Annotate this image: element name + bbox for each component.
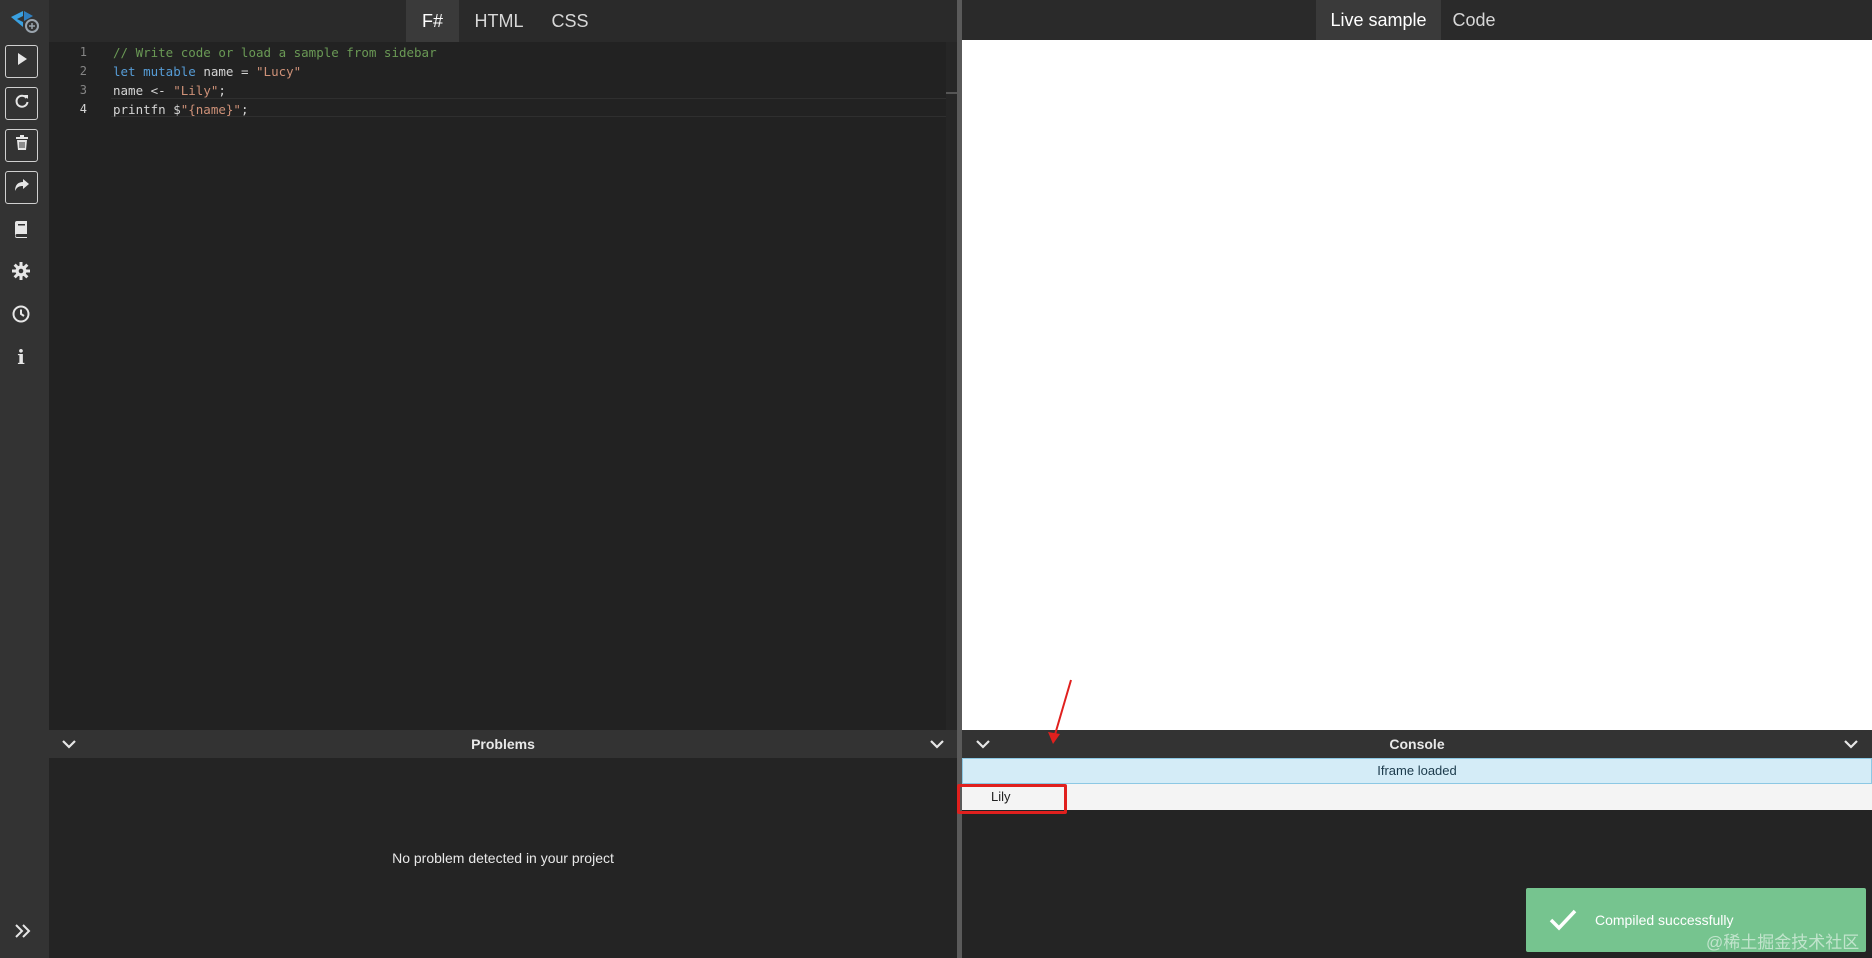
tab-live-sample[interactable]: Live sample xyxy=(1316,0,1441,40)
code-token: // Write code or load a sample from side… xyxy=(113,45,437,60)
highlight-box xyxy=(957,784,1067,814)
run-button[interactable] xyxy=(5,45,38,78)
line-number: 3 xyxy=(79,83,87,97)
tab-code[interactable]: Code xyxy=(1441,0,1507,40)
code-token: ; xyxy=(218,83,226,98)
code-line[interactable]: let mutable name = "Lucy" xyxy=(113,64,301,79)
line-number: 1 xyxy=(79,45,87,59)
chevron-down-icon[interactable] xyxy=(928,735,946,753)
code-token: ; xyxy=(240,102,249,117)
code-editor[interactable]: 1 2 3 4 // Write code or load a sample f… xyxy=(49,42,1007,730)
tab-html[interactable]: HTML xyxy=(459,0,539,42)
code-token: name <- xyxy=(113,83,174,98)
toast-message: Compiled successfully xyxy=(1595,912,1734,928)
annotation-arrow xyxy=(1045,678,1075,748)
code-token: "Lily" xyxy=(173,83,219,98)
tab-css[interactable]: CSS xyxy=(539,0,601,42)
console-log-row: Lily xyxy=(962,784,1872,810)
code-token: let xyxy=(113,64,136,79)
chevron-down-icon[interactable] xyxy=(60,735,78,753)
problems-message: No problem detected in your project xyxy=(392,850,614,866)
info-icon[interactable]: i xyxy=(9,345,33,369)
fsharp-logo-icon[interactable] xyxy=(9,7,41,37)
code-token: mutable xyxy=(143,64,196,79)
checkmark-icon xyxy=(1548,906,1578,934)
info-glyph: i xyxy=(17,345,25,369)
sidebar: i xyxy=(0,0,49,958)
problems-title: Problems xyxy=(471,736,535,752)
line-number: 2 xyxy=(79,64,87,78)
code-token: name = xyxy=(195,64,257,79)
clear-button[interactable] xyxy=(5,129,38,162)
app-root: i F# HTML CSS 1 2 3 4 // Write code or l… xyxy=(0,0,1872,958)
book-icon[interactable] xyxy=(9,217,33,241)
problems-header: Problems xyxy=(49,730,957,758)
code-line[interactable]: printfn $"{name}"; xyxy=(113,102,248,117)
code-token: printfn $ xyxy=(113,102,181,117)
editor-tab-bar: F# HTML CSS xyxy=(49,0,957,42)
double-chevron-right-icon[interactable] xyxy=(11,919,35,943)
console-header: Console xyxy=(962,730,1872,758)
code-line[interactable]: // Write code or load a sample from side… xyxy=(113,45,437,60)
refresh-icon xyxy=(14,93,30,114)
console-title: Console xyxy=(1389,736,1445,752)
scrollbar-cursor-marker xyxy=(946,92,957,94)
clock-icon[interactable] xyxy=(9,302,33,326)
live-preview-frame[interactable] xyxy=(962,40,1872,730)
code-line[interactable]: name <- "Lily"; xyxy=(113,83,226,98)
line-number: 4 xyxy=(79,102,87,116)
console-system-message: Iframe loaded xyxy=(962,758,1872,784)
watermark: @稀土掘金技术社区 xyxy=(1706,933,1860,952)
share-icon xyxy=(14,178,30,197)
refresh-button[interactable] xyxy=(5,87,38,120)
chevron-down-icon[interactable] xyxy=(974,735,992,753)
code-token: "{name}" xyxy=(180,102,241,117)
trash-icon xyxy=(15,135,29,156)
line-gutter: 1 2 3 4 xyxy=(49,42,111,730)
editor-scrollbar[interactable] xyxy=(946,42,957,730)
gear-icon[interactable] xyxy=(9,259,33,283)
problems-panel: No problem detected in your project xyxy=(49,758,957,958)
preview-tab-bar: Live sample Code xyxy=(962,0,1872,40)
chevron-down-icon[interactable] xyxy=(1842,735,1860,753)
tab-fsharp[interactable]: F# xyxy=(406,0,459,42)
play-icon xyxy=(15,52,29,71)
share-button[interactable] xyxy=(5,171,38,204)
code-token: "Lucy" xyxy=(256,64,302,79)
